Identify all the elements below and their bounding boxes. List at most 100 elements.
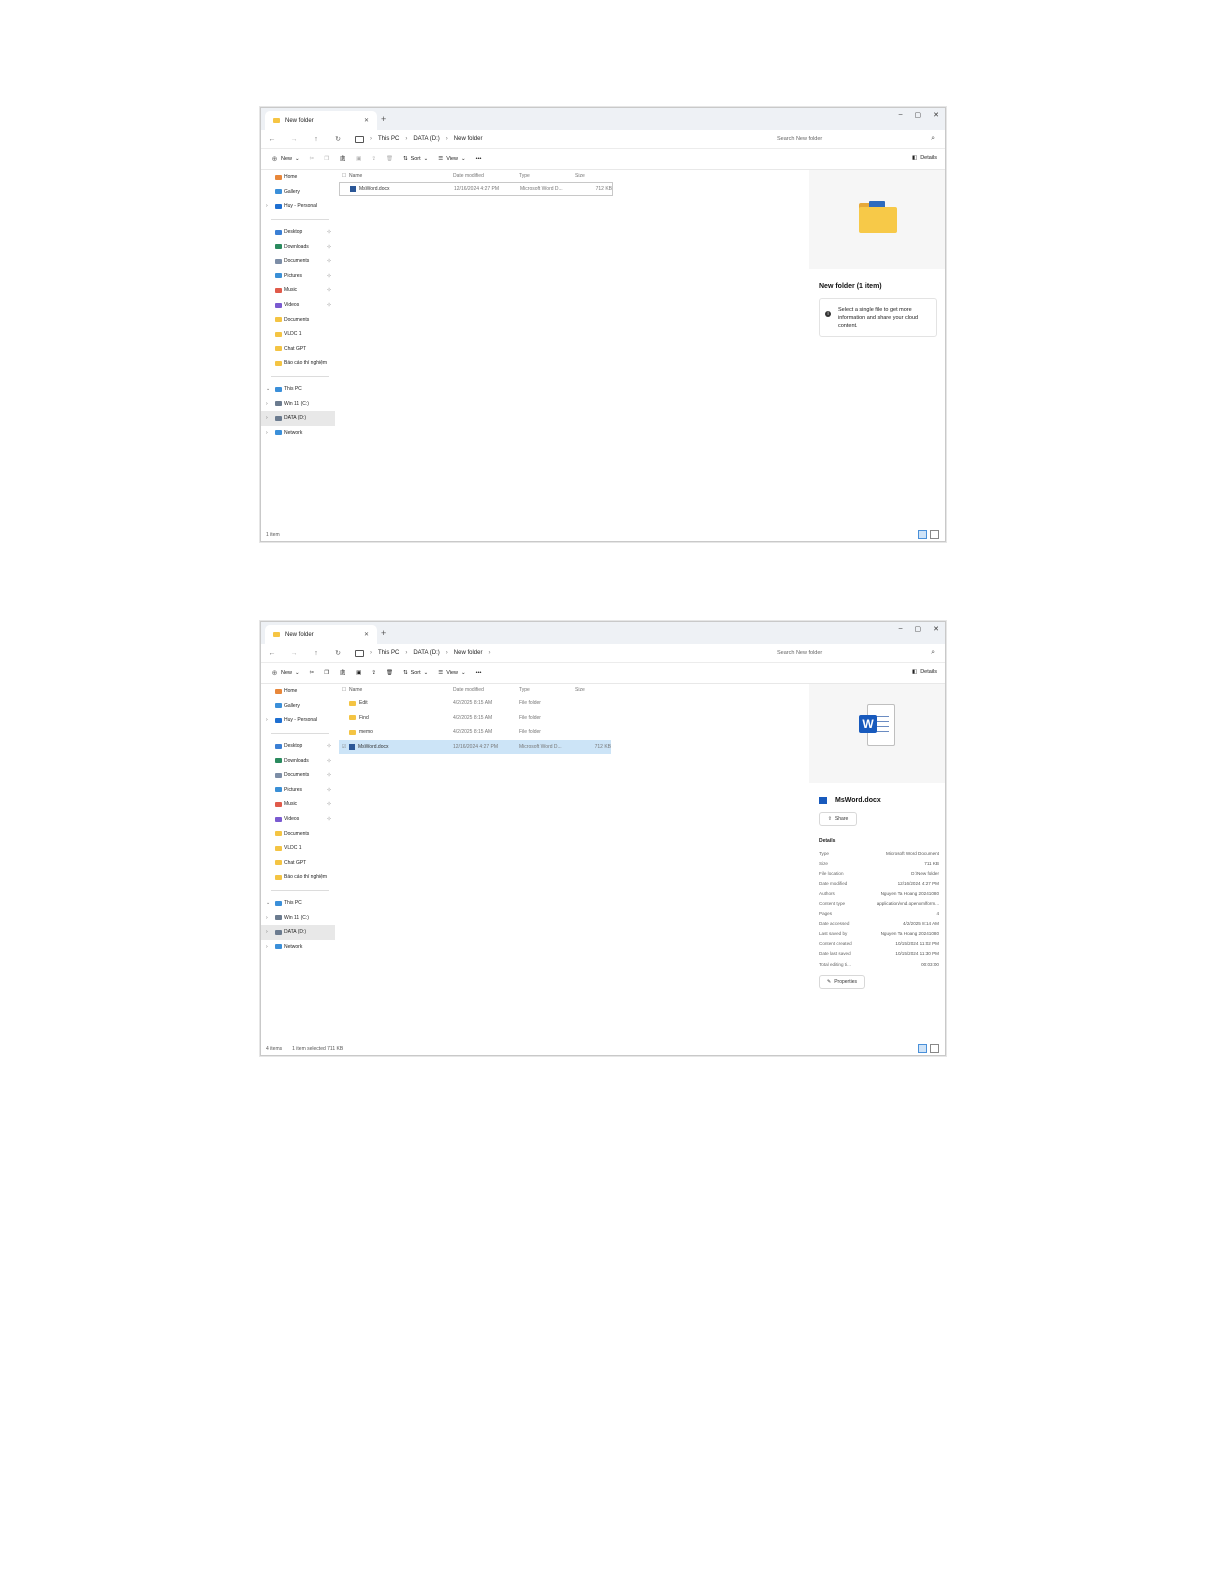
- table-row[interactable]: Edit 4/2/2025 8:15 AM File folder: [339, 696, 809, 711]
- refresh-icon[interactable]: ↻: [327, 135, 349, 143]
- tiles-view-icon[interactable]: [930, 1044, 939, 1053]
- search-input[interactable]: Search New folder ⌕: [773, 133, 939, 145]
- column-date-modified[interactable]: Date modified: [453, 173, 519, 179]
- select-all-checkbox[interactable]: ☐: [339, 173, 349, 179]
- chevron-right-icon[interactable]: ›: [488, 650, 490, 656]
- up-icon[interactable]: ↑: [305, 136, 327, 143]
- back-icon[interactable]: ←: [261, 650, 283, 657]
- sidebar-item-onedrive[interactable]: › Huy - Personal: [261, 713, 335, 728]
- details-pane-button[interactable]: ◧ Details: [912, 669, 937, 675]
- chevron-right-icon[interactable]: ›: [266, 401, 268, 407]
- rename-icon[interactable]: ▣: [356, 156, 361, 162]
- breadcrumb-this-pc[interactable]: This PC: [378, 136, 399, 142]
- chevron-right-icon[interactable]: ›: [266, 430, 268, 436]
- row-checkbox[interactable]: ☑: [339, 744, 349, 750]
- cut-icon[interactable]: ✂: [310, 156, 315, 162]
- back-icon[interactable]: ←: [261, 136, 283, 143]
- tab-new-folder[interactable]: New folder ✕: [265, 111, 377, 130]
- new-button[interactable]: ⊕ New ⌄: [271, 670, 300, 677]
- column-type[interactable]: Type: [519, 173, 575, 179]
- computer-icon[interactable]: [355, 649, 364, 657]
- column-size[interactable]: Size: [575, 173, 611, 179]
- minimize-icon[interactable]: –: [899, 625, 903, 633]
- sidebar-item-network[interactable]: › Network: [261, 426, 335, 441]
- tiles-view-icon[interactable]: [930, 530, 939, 539]
- new-button[interactable]: ⊕ New ⌄: [271, 156, 300, 163]
- maximize-icon[interactable]: ▢: [915, 625, 922, 633]
- sidebar-item-gallery[interactable]: Gallery: [261, 699, 335, 714]
- sidebar-item-drive-c[interactable]: › Win 11 (C:): [261, 910, 335, 925]
- paste-icon[interactable]: 📋︎: [339, 156, 346, 162]
- sidebar-item-documents[interactable]: Documents ⊹: [261, 254, 335, 269]
- sidebar-item-drive-d[interactable]: › DATA (D:): [261, 410, 335, 426]
- more-options-button[interactable]: •••: [476, 156, 482, 162]
- copy-icon[interactable]: ❐: [324, 670, 329, 676]
- computer-icon[interactable]: [355, 135, 364, 143]
- sidebar-item-music[interactable]: Music ⊹: [261, 797, 335, 812]
- forward-icon[interactable]: →: [283, 136, 305, 143]
- details-view-icon[interactable]: [918, 1044, 927, 1053]
- sidebar-item-network[interactable]: › Network: [261, 940, 335, 955]
- chevron-right-icon[interactable]: ›: [266, 203, 268, 209]
- delete-icon[interactable]: 🗑︎: [386, 670, 393, 676]
- table-row[interactable]: memo 4/2/2025 8:15 AM File folder: [339, 725, 809, 740]
- details-view-icon[interactable]: [918, 530, 927, 539]
- breadcrumb-this-pc[interactable]: This PC: [378, 650, 399, 656]
- chevron-down-icon[interactable]: ⌄: [266, 386, 270, 392]
- sidebar-item-chat-gpt[interactable]: Chat GPT: [261, 856, 335, 871]
- sidebar-item-documents[interactable]: Documents ⊹: [261, 768, 335, 783]
- refresh-icon[interactable]: ↻: [327, 649, 349, 657]
- sidebar-item-downloads[interactable]: Downloads ⊹: [261, 239, 335, 254]
- breadcrumb-data-drive[interactable]: DATA (D:): [413, 136, 439, 142]
- sidebar-item-videos[interactable]: Videos ⊹: [261, 812, 335, 827]
- search-input[interactable]: Search New folder ⌕: [773, 647, 939, 659]
- column-type[interactable]: Type: [519, 687, 575, 693]
- close-tab-icon[interactable]: ✕: [364, 631, 369, 638]
- sidebar-item-bao-cao[interactable]: Báo cáo thí nghiệm: [261, 870, 335, 885]
- sidebar-item-music[interactable]: Music ⊹: [261, 283, 335, 298]
- sort-button[interactable]: ⇅ Sort ⌄: [403, 156, 428, 162]
- maximize-icon[interactable]: ▢: [915, 111, 922, 119]
- sidebar-item-desktop[interactable]: Desktop ⊹: [261, 225, 335, 240]
- table-row[interactable]: Find 4/2/2025 8:15 AM File folder: [339, 711, 809, 726]
- paste-icon[interactable]: 📋︎: [339, 670, 346, 676]
- close-window-icon[interactable]: ✕: [933, 111, 939, 119]
- rename-icon[interactable]: ▣: [356, 670, 361, 676]
- chevron-right-icon[interactable]: ›: [266, 944, 268, 950]
- chevron-right-icon[interactable]: ›: [266, 717, 268, 723]
- sidebar-item-vldc[interactable]: VLDC 1: [261, 327, 335, 342]
- select-all-checkbox[interactable]: ☐: [339, 687, 349, 693]
- column-name[interactable]: Name: [349, 173, 453, 179]
- column-size[interactable]: Size: [575, 687, 611, 693]
- chevron-down-icon[interactable]: ⌄: [266, 900, 270, 906]
- column-name[interactable]: Name: [349, 687, 453, 693]
- view-button[interactable]: ☰ View ⌄: [438, 156, 465, 162]
- cut-icon[interactable]: ✂: [310, 670, 315, 676]
- sidebar-item-desktop[interactable]: Desktop ⊹: [261, 739, 335, 754]
- sidebar-item-pictures[interactable]: Pictures ⊹: [261, 269, 335, 284]
- table-row[interactable]: MsWord.docx 12/16/2024 4:27 PM Microsoft…: [339, 182, 613, 196]
- close-tab-icon[interactable]: ✕: [364, 117, 369, 124]
- share-icon[interactable]: ⇪: [371, 670, 376, 676]
- chevron-right-icon[interactable]: ›: [266, 915, 268, 921]
- sidebar-item-drive-d[interactable]: › DATA (D:): [261, 924, 335, 940]
- forward-icon[interactable]: →: [283, 650, 305, 657]
- sort-button[interactable]: ⇅ Sort ⌄: [403, 670, 428, 676]
- sidebar-item-vldc[interactable]: VLDC 1: [261, 841, 335, 856]
- close-window-icon[interactable]: ✕: [933, 625, 939, 633]
- more-options-button[interactable]: •••: [476, 670, 482, 676]
- properties-button[interactable]: ✎ Properties: [819, 975, 865, 990]
- share-icon[interactable]: ⇪: [371, 156, 376, 162]
- new-tab-icon[interactable]: +: [381, 114, 386, 124]
- up-icon[interactable]: ↑: [305, 650, 327, 657]
- sidebar-item-onedrive[interactable]: › Huy - Personal: [261, 199, 335, 214]
- breadcrumb-new-folder[interactable]: New folder: [454, 650, 483, 656]
- sidebar-item-bao-cao[interactable]: Báo cáo thí nghiệm: [261, 356, 335, 371]
- sidebar-item-videos[interactable]: Videos ⊹: [261, 298, 335, 313]
- minimize-icon[interactable]: –: [899, 111, 903, 119]
- details-pane-button[interactable]: ◧ Details: [912, 155, 937, 161]
- tab-new-folder[interactable]: New folder ✕: [265, 625, 377, 644]
- view-button[interactable]: ☰ View ⌄: [438, 670, 465, 676]
- sidebar-item-documents-folder[interactable]: Documents: [261, 312, 335, 327]
- sidebar-item-home[interactable]: Home: [261, 684, 335, 699]
